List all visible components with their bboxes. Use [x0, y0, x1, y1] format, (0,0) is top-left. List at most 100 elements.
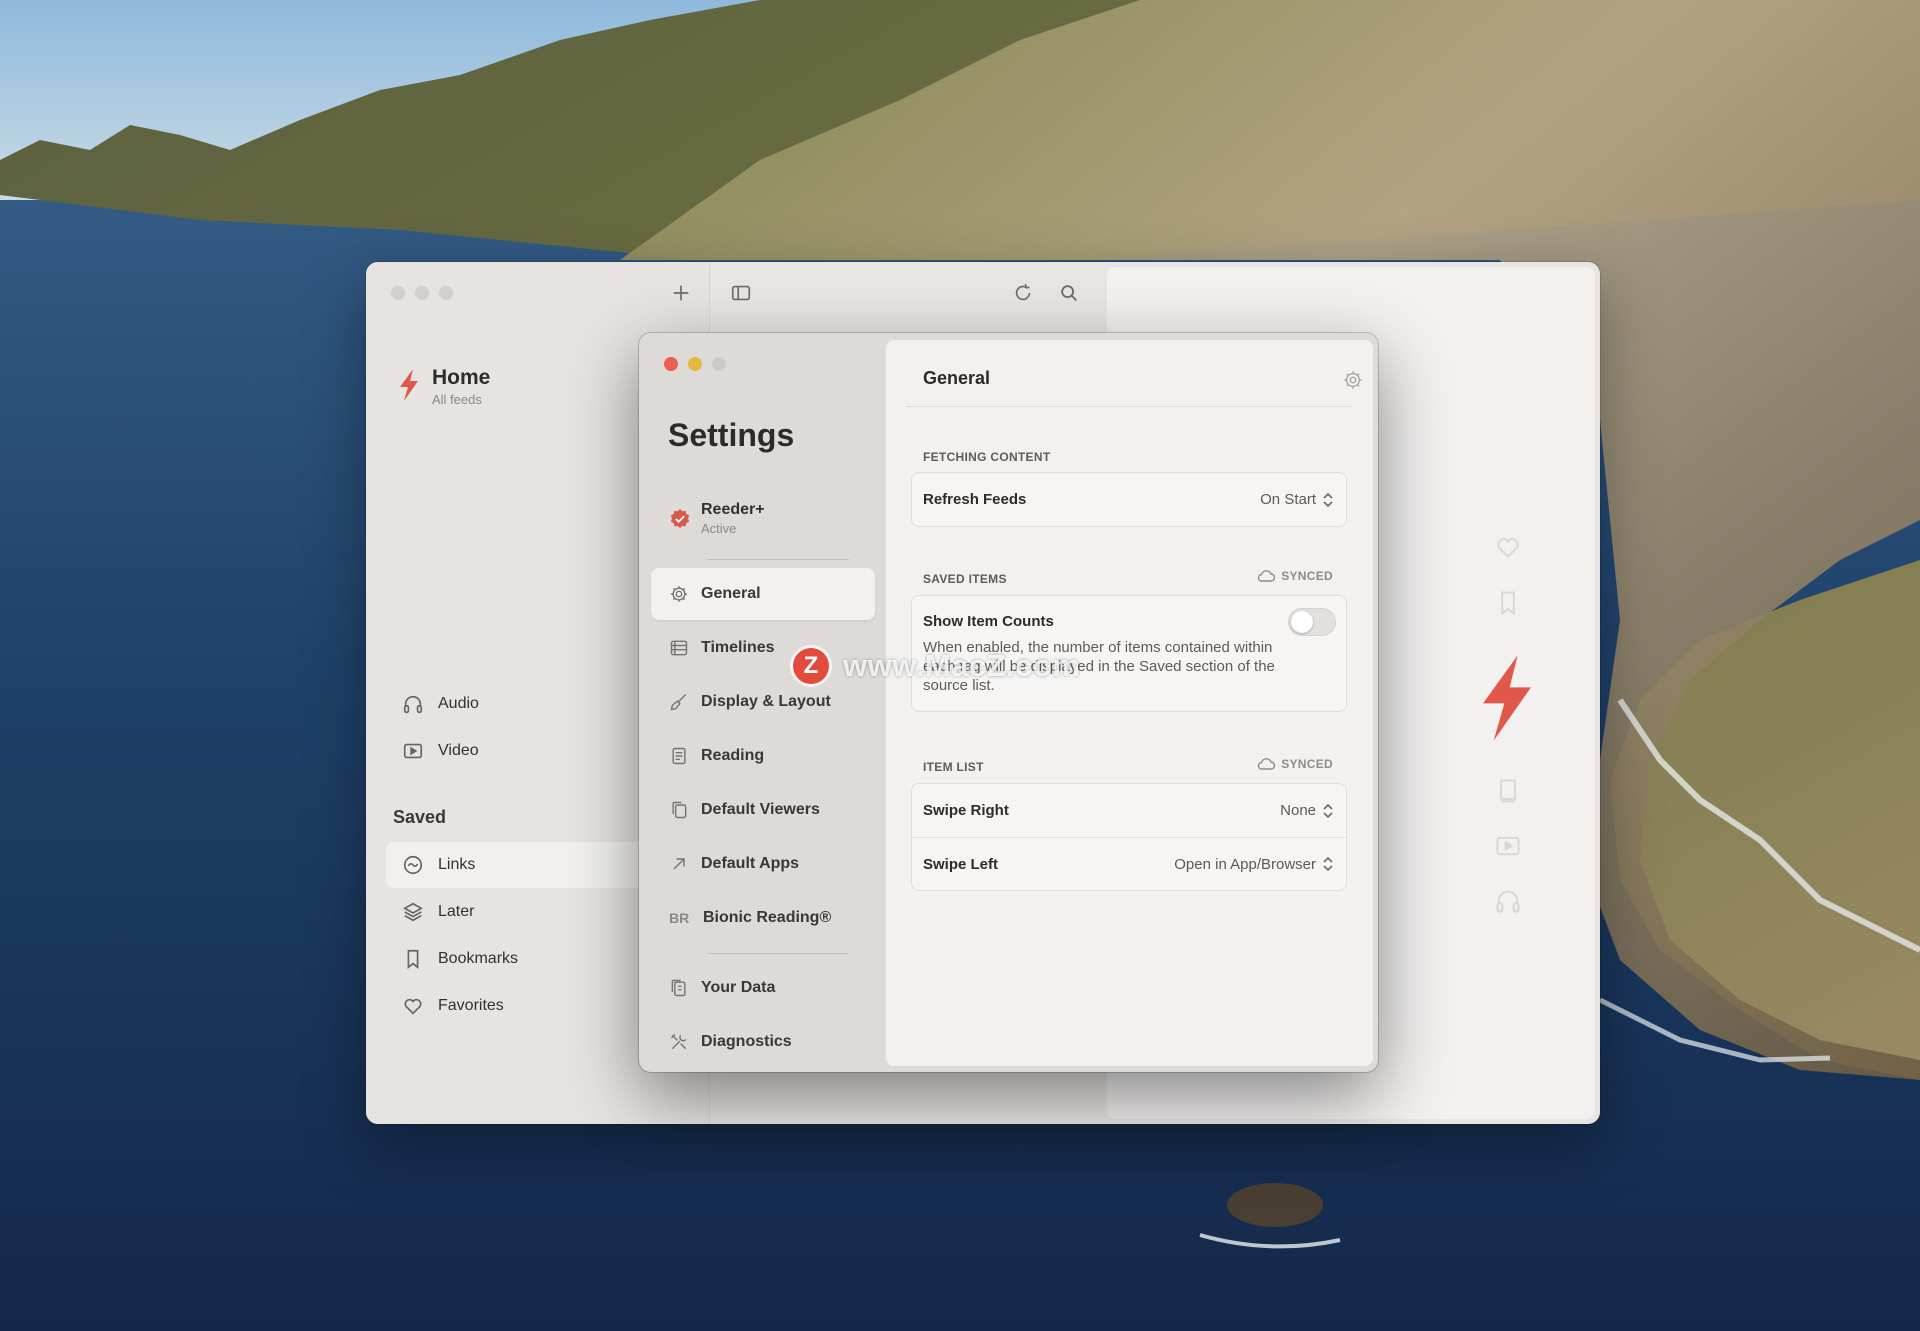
sidebar-item-label: Audio [438, 695, 479, 712]
synced-label: SYNCED [1281, 757, 1333, 771]
settings-nav-reading[interactable]: Reading [651, 730, 875, 782]
copy-icon [672, 801, 687, 819]
play-icon [403, 743, 423, 759]
section-label-saved-items: SAVED ITEMS [923, 572, 1007, 586]
chevron-updown-icon [1323, 492, 1333, 507]
cloud-icon [1257, 570, 1276, 582]
sidebar-item-label: Bookmarks [438, 950, 519, 967]
settings-title: Settings [668, 417, 795, 453]
close-button[interactable] [391, 286, 405, 300]
settings-window: Settings Reeder+ Active General Timeline… [639, 333, 1378, 1072]
swipe-left-value: Open in App/Browser [1174, 855, 1316, 873]
bookmark-icon [1494, 589, 1522, 622]
settings-nav-label: Default Viewers [701, 801, 820, 818]
timelines-icon [670, 640, 688, 656]
header-divider [906, 406, 1352, 407]
swipe-left-label: Swipe Left [923, 855, 999, 873]
window-controls [664, 357, 726, 371]
settings-nav-your-data[interactable]: Your Data [651, 962, 875, 1014]
settings-nav-label: Default Apps [701, 855, 800, 872]
chevron-updown-icon [1323, 856, 1333, 872]
section-label-fetching: FETCHING CONTENT [923, 450, 1051, 464]
watermark: Z www.MacZ.com [793, 648, 1080, 684]
bolt-icon [400, 369, 418, 401]
swipe-left-select[interactable]: Open in App/Browser [1174, 856, 1334, 873]
swipe-right-value: None [1280, 802, 1316, 819]
settings-nav-diagnostics[interactable]: Diagnostics [651, 1016, 875, 1068]
add-icon[interactable] [667, 279, 695, 307]
watermark-text: www.MacZ.com [843, 648, 1081, 683]
item-list-card: Swipe Right None Swipe Left Open in App/… [911, 783, 1347, 891]
subscription-status[interactable]: Reeder+ Active [669, 501, 765, 536]
zoom-button[interactable] [712, 357, 726, 371]
window-controls [391, 286, 453, 300]
home-subtitle: All feeds [432, 392, 482, 407]
data-icon [671, 979, 686, 997]
settings-nav-default-apps[interactable]: Default Apps [651, 838, 875, 890]
verified-badge-icon [670, 508, 690, 528]
swipe-right-select[interactable]: None [1280, 802, 1334, 819]
saved-section-header: Saved [393, 807, 447, 827]
synced-label: SYNCED [1281, 569, 1333, 583]
heart-icon [404, 998, 422, 1015]
fetching-card: Refresh Feeds On Start [911, 472, 1347, 527]
settings-nav-label: Bionic Reading® [703, 909, 832, 926]
sidebar-item-label: Later [438, 903, 475, 920]
book-icon [1494, 777, 1522, 810]
minimize-button[interactable] [688, 357, 702, 371]
sidebar-item-home[interactable]: Home All feeds [396, 366, 490, 407]
show-item-counts-toggle[interactable] [1288, 608, 1336, 636]
swipe-left-row[interactable]: Swipe Left Open in App/Browser [912, 837, 1346, 890]
subscription-state: Active [701, 521, 737, 536]
swipe-right-row[interactable]: Swipe Right None [912, 784, 1346, 837]
show-item-counts-label: Show Item Counts [923, 613, 1054, 630]
zoom-button[interactable] [439, 286, 453, 300]
search-icon[interactable] [1055, 279, 1083, 307]
settings-nav-bionic-reading[interactable]: BR Bionic Reading® [651, 892, 875, 944]
link-icon [403, 855, 423, 875]
refresh-feeds-label: Refresh Feeds [923, 491, 1027, 508]
bionic-reading-icon: BR [669, 910, 690, 926]
sidebar-item-label: Favorites [438, 997, 504, 1014]
sidebar-item-label: Video [438, 742, 479, 759]
subscription-name: Reeder+ [701, 501, 765, 518]
refresh-feeds-select[interactable]: On Start [1260, 491, 1334, 508]
refresh-feeds-value: On Start [1260, 491, 1316, 508]
gear-icon [671, 586, 687, 602]
headphones-icon [403, 695, 423, 714]
heart-icon [1494, 533, 1522, 566]
arrow-up-right-icon [673, 858, 685, 870]
nav-divider [707, 953, 849, 954]
home-title: Home [432, 366, 491, 389]
close-button[interactable] [664, 357, 678, 371]
sidebar-item-label: Links [438, 856, 476, 873]
settings-nav-label: Timelines [701, 639, 775, 656]
document-icon [672, 747, 686, 765]
watermark-logo: Z [793, 648, 829, 684]
section-label-item-list: ITEM LIST [923, 760, 984, 774]
play-icon [1494, 832, 1522, 865]
refresh-feeds-row[interactable]: Refresh Feeds On Start [912, 473, 1346, 526]
synced-indicator: SYNCED [1256, 757, 1333, 771]
settings-nav-label: Your Data [701, 979, 776, 996]
sidebar-toggle-icon[interactable] [727, 279, 755, 307]
settings-nav-label: Diagnostics [701, 1033, 792, 1050]
brush-icon [670, 693, 687, 711]
bolt-icon [1475, 652, 1539, 749]
content-title: General [923, 368, 991, 388]
settings-content-pane: General FETCHING CONTENT Refresh Feeds O… [886, 340, 1373, 1066]
settings-nav-label: Reading [701, 747, 765, 764]
chevron-updown-icon [1323, 803, 1333, 818]
settings-nav-label: Display & Layout [701, 693, 831, 710]
settings-nav-general[interactable]: General [651, 568, 875, 620]
bookmark-icon [407, 949, 419, 969]
synced-indicator: SYNCED [1256, 569, 1333, 583]
cloud-icon [1257, 758, 1276, 770]
settings-nav-default-viewers[interactable]: Default Viewers [651, 784, 875, 836]
settings-nav-label: General [701, 585, 761, 602]
minimize-button[interactable] [415, 286, 429, 300]
gear-icon[interactable] [1342, 369, 1364, 391]
tools-icon [670, 1033, 687, 1050]
refresh-icon[interactable] [1009, 279, 1037, 307]
layers-icon [403, 902, 423, 922]
